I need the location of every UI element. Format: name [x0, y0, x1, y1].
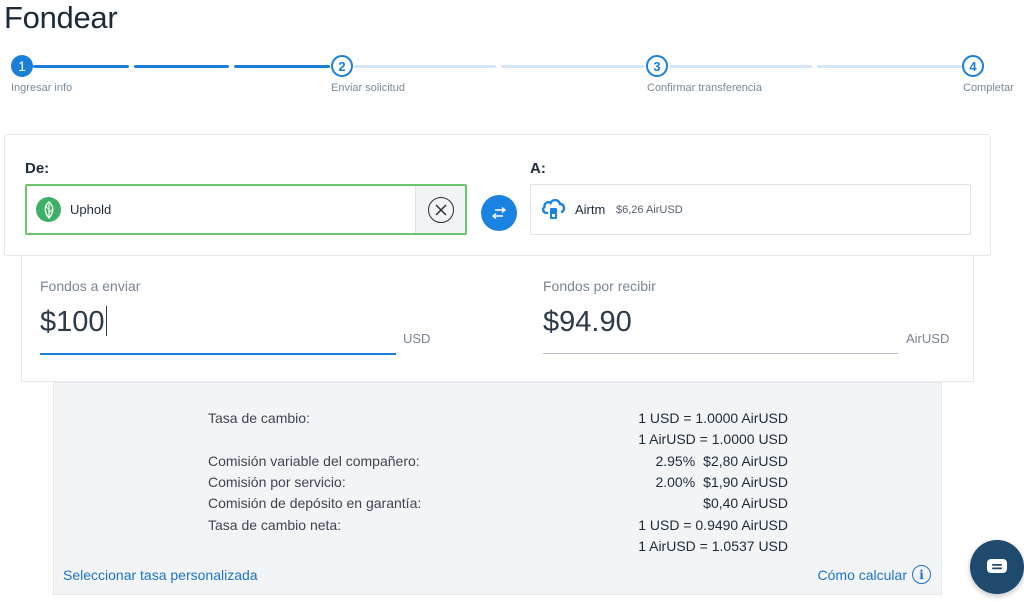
exchange-rate-label: Tasa de cambio:	[208, 410, 310, 426]
to-account-balance: $6,26 AirUSD	[616, 204, 683, 216]
service-fee-amount: $1,90 AirUSD	[703, 474, 788, 490]
step-1-indicator: 1	[11, 55, 33, 77]
step-3-label: Confirmar transferencia	[647, 82, 762, 94]
send-amount-label: Fondos a enviar	[40, 278, 141, 294]
progress-stepper: 1 2 3 4 Ingresar info Enviar solicitud C…	[0, 54, 1024, 100]
step-2-indicator: 2	[331, 55, 353, 77]
step-1-label: Ingresar info	[11, 82, 73, 94]
chat-support-button[interactable]	[970, 540, 1024, 594]
step-line-2b	[501, 65, 645, 68]
from-account-name: Uphold	[70, 202, 112, 217]
swap-arrows-icon	[491, 206, 507, 220]
service-fee-percent: 2.00%	[655, 474, 696, 490]
uphold-leaf-icon	[36, 197, 61, 222]
step-line-3b	[817, 65, 962, 68]
step-line-2a	[354, 65, 496, 68]
net-rate-label: Tasa de cambio neta:	[208, 517, 342, 533]
net-rate-value: 1 USD = 0.9490 AirUSD	[638, 517, 788, 533]
transfer-accounts-card: De: A: Uphold Airtm $6,26 AirUSD	[4, 134, 991, 256]
to-account-name: Airtm	[575, 202, 606, 217]
partner-fee-amount: $2,80 AirUSD	[703, 453, 788, 469]
step-line-1a	[33, 65, 129, 68]
exchange-rate-value: 1 USD = 1.0000 AirUSD	[638, 410, 788, 426]
to-account-select[interactable]: Airtm $6,26 AirUSD	[530, 184, 971, 235]
close-icon	[427, 196, 454, 223]
service-fee-label: Comisión por servicio:	[208, 474, 346, 490]
service-fee-value: 2.00% $1,90 AirUSD	[655, 474, 788, 490]
receive-amount-input[interactable]: $94.90	[543, 306, 632, 339]
receive-amount-unit: AirUSD	[906, 331, 950, 346]
from-account-select[interactable]: Uphold	[25, 184, 467, 235]
net-rate-inverse-value: 1 AirUSD = 1.0537 USD	[638, 538, 788, 554]
partner-fee-value: 2.95% $2,80 AirUSD	[655, 453, 788, 469]
swap-accounts-button[interactable]	[481, 195, 517, 231]
send-amount-unit: USD	[403, 331, 431, 346]
info-icon[interactable]: i	[912, 565, 931, 584]
receive-amount-value: $94.90	[543, 306, 632, 338]
text-caret	[105, 306, 107, 336]
escrow-fee-label: Comisión de depósito en garantía:	[208, 495, 422, 511]
receive-amount-underline	[543, 353, 898, 354]
partner-fee-percent: 2.95%	[655, 453, 696, 469]
to-label: A:	[530, 160, 546, 177]
airtm-cloud-icon	[540, 194, 568, 227]
fee-details-panel: Tasa de cambio: 1 USD = 1.0000 AirUSD 1 …	[53, 382, 942, 595]
step-4-label: Completar	[963, 82, 1014, 94]
send-amount-underline	[40, 353, 396, 355]
send-amount-input[interactable]: $100	[40, 306, 107, 339]
step-line-1b	[134, 65, 229, 68]
exchange-rate-inverse-value: 1 AirUSD = 1.0000 USD	[638, 431, 788, 447]
partner-fee-label: Comisión variable del compañero:	[208, 453, 420, 469]
step-line-1c	[234, 65, 330, 68]
escrow-fee-value: $0,40 AirUSD	[703, 495, 788, 511]
step-3-indicator: 3	[646, 55, 668, 77]
step-line-3a	[669, 65, 812, 68]
amounts-card: Fondos a enviar $100 USD Fondos por reci…	[21, 256, 974, 382]
from-label: De:	[25, 160, 50, 177]
step-4-indicator: 4	[962, 55, 984, 77]
clear-from-button[interactable]	[415, 186, 465, 233]
receive-amount-label: Fondos por recibir	[543, 278, 656, 294]
chat-icon	[987, 559, 1007, 573]
select-custom-rate-link[interactable]: Seleccionar tasa personalizada	[63, 567, 258, 583]
how-to-calculate-link[interactable]: Cómo calcular	[818, 567, 907, 583]
step-2-label: Enviar solicitud	[331, 82, 405, 94]
send-amount-value: $100	[40, 306, 105, 338]
page-title: Fondear	[4, 0, 118, 35]
